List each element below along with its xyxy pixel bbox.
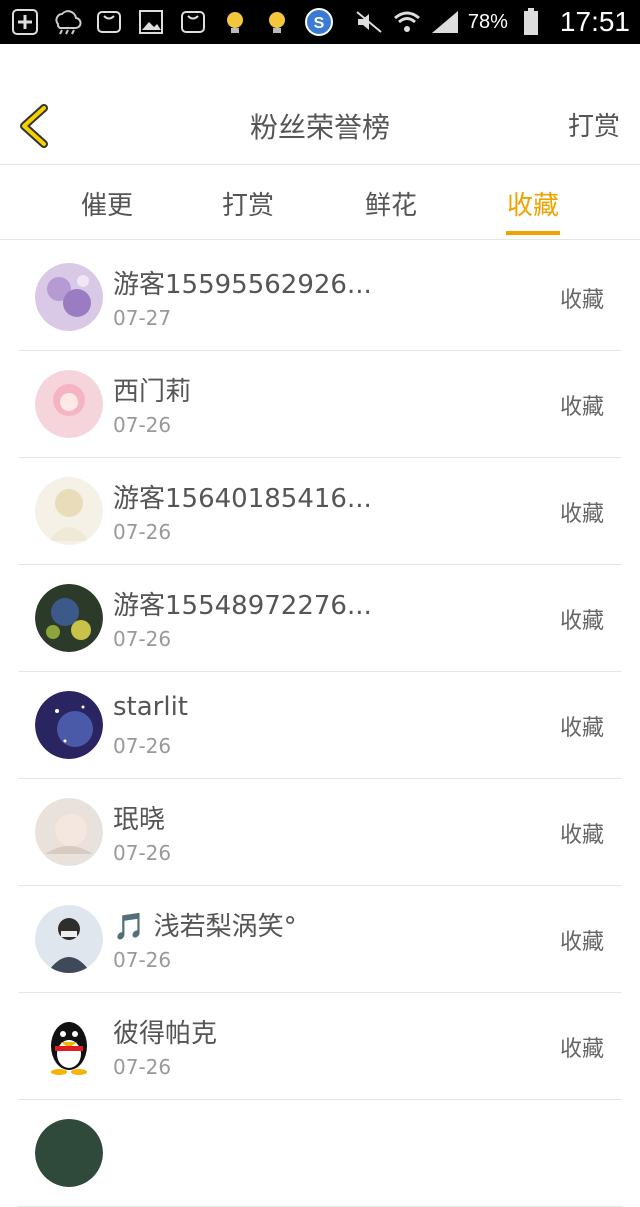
system-indicators: 78% 17:51 bbox=[354, 6, 630, 38]
tip-button[interactable]: 打赏 bbox=[568, 106, 620, 143]
date: 07-26 bbox=[113, 627, 172, 651]
date: 07-27 bbox=[113, 306, 172, 330]
action-label: 收藏 bbox=[559, 609, 604, 634]
mute-icon bbox=[354, 7, 384, 37]
notification-icons: S bbox=[10, 7, 334, 37]
tab-tip[interactable]: 打赏 bbox=[193, 185, 303, 222]
list-item[interactable]: starlit 07-26 收藏 bbox=[18, 672, 622, 779]
bulb-icon bbox=[220, 7, 250, 37]
user-name: 珉晓 bbox=[113, 805, 166, 835]
signal-icon bbox=[430, 7, 460, 37]
square-icon bbox=[178, 7, 208, 37]
user-name: starlit bbox=[113, 692, 189, 722]
date: 07-26 bbox=[113, 520, 172, 544]
list-item[interactable]: 游客15548972276... 07-26 收藏 bbox=[18, 565, 622, 672]
avatar bbox=[35, 798, 103, 866]
tab-favorites[interactable]: 收藏 bbox=[478, 185, 588, 222]
date: 07-26 bbox=[113, 1055, 172, 1079]
date: 07-26 bbox=[113, 948, 172, 972]
tab-flowers[interactable]: 鲜花 bbox=[336, 185, 446, 222]
avatar bbox=[35, 1119, 103, 1187]
active-tab-indicator bbox=[506, 231, 560, 235]
user-name: 彼得帕克 bbox=[113, 1019, 218, 1049]
square-icon bbox=[94, 7, 124, 37]
list-item[interactable] bbox=[18, 1100, 622, 1207]
tab-urge[interactable]: 催更 bbox=[52, 185, 162, 222]
user-name: 西门莉 bbox=[113, 377, 192, 407]
action-label: 收藏 bbox=[559, 395, 604, 420]
rain-cloud-icon bbox=[52, 7, 82, 37]
fan-list: 游客15595562926... 07-27 收藏 西门莉 07-26 收藏 游… bbox=[0, 244, 640, 1207]
svg-text:S: S bbox=[314, 15, 325, 32]
user-name: 🎵 浅若梨涡笑° bbox=[113, 912, 297, 942]
action-label: 收藏 bbox=[559, 823, 604, 848]
user-name: 游客15548972276... bbox=[113, 591, 372, 621]
status-bar: S 78% 17:51 bbox=[0, 0, 640, 44]
plus-icon bbox=[10, 7, 40, 37]
user-name: 游客15595562926... bbox=[113, 270, 372, 300]
battery-icon bbox=[516, 7, 546, 37]
avatar bbox=[35, 1012, 103, 1080]
avatar bbox=[35, 905, 103, 973]
action-label: 收藏 bbox=[559, 288, 604, 313]
user-name: 游客15640185416... bbox=[113, 484, 372, 514]
date: 07-26 bbox=[113, 734, 172, 758]
list-item[interactable]: 游客15595562926... 07-27 收藏 bbox=[18, 244, 622, 351]
tab-bar: 催更 打赏 鲜花 收藏 bbox=[0, 165, 640, 240]
image-icon bbox=[136, 7, 166, 37]
list-item[interactable]: 🎵 浅若梨涡笑° 07-26 收藏 bbox=[18, 886, 622, 993]
avatar bbox=[35, 584, 103, 652]
bulb-icon bbox=[262, 7, 292, 37]
list-item[interactable]: 西门莉 07-26 收藏 bbox=[18, 351, 622, 458]
date: 07-26 bbox=[113, 413, 172, 437]
date: 07-26 bbox=[113, 841, 172, 865]
avatar bbox=[35, 477, 103, 545]
list-item[interactable]: 珉晓 07-26 收藏 bbox=[18, 779, 622, 886]
action-label: 收藏 bbox=[559, 502, 604, 527]
action-label: 收藏 bbox=[559, 1037, 604, 1062]
action-label: 收藏 bbox=[559, 716, 604, 741]
avatar bbox=[35, 691, 103, 759]
list-item[interactable]: 游客15640185416... 07-26 收藏 bbox=[18, 458, 622, 565]
list-item[interactable]: 彼得帕克 07-26 收藏 bbox=[18, 993, 622, 1100]
clock: 17:51 bbox=[559, 6, 630, 37]
avatar bbox=[35, 370, 103, 438]
page-title: 粉丝荣誉榜 bbox=[249, 111, 390, 144]
app-header: 粉丝荣誉榜 打赏 bbox=[0, 44, 640, 165]
action-label: 收藏 bbox=[559, 930, 604, 955]
s-app-icon: S bbox=[304, 7, 334, 37]
battery-percentage: 78% bbox=[467, 10, 508, 33]
wifi-icon bbox=[392, 7, 422, 37]
avatar bbox=[35, 263, 103, 331]
